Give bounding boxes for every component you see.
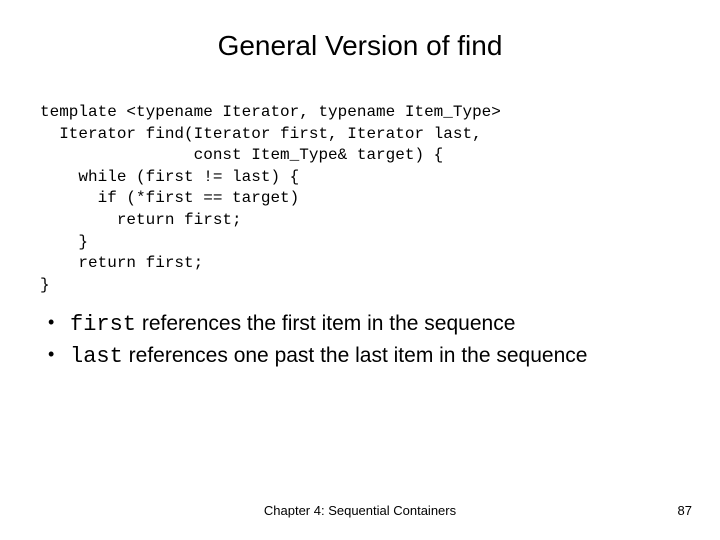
code-line: const Item_Type& target) { [40, 146, 443, 164]
bullet-item: first references the first item in the s… [48, 310, 690, 340]
bullet-code: last [70, 344, 123, 369]
code-line: if (*first == target) [40, 189, 299, 207]
code-line: return first; [40, 254, 203, 272]
footer-page-number: 87 [678, 503, 692, 518]
code-line: } [40, 233, 88, 251]
code-block: template <typename Iterator, typename It… [40, 102, 720, 296]
bullet-text: references the first item in the sequenc… [136, 312, 515, 335]
bullet-list: first references the first item in the s… [48, 310, 690, 371]
footer-chapter: Chapter 4: Sequential Containers [0, 503, 720, 518]
code-line: template <typename Iterator, typename It… [40, 103, 501, 121]
bullet-item: last references one past the last item i… [48, 342, 690, 372]
slide-title: General Version of find [0, 0, 720, 82]
slide: General Version of find template <typena… [0, 0, 720, 540]
code-line: return first; [40, 211, 242, 229]
code-line: while (first != last) { [40, 168, 299, 186]
bullet-text: references one past the last item in the… [123, 344, 588, 367]
code-line: Iterator find(Iterator first, Iterator l… [40, 125, 482, 143]
bullet-code: first [70, 312, 136, 337]
code-line: } [40, 276, 50, 294]
